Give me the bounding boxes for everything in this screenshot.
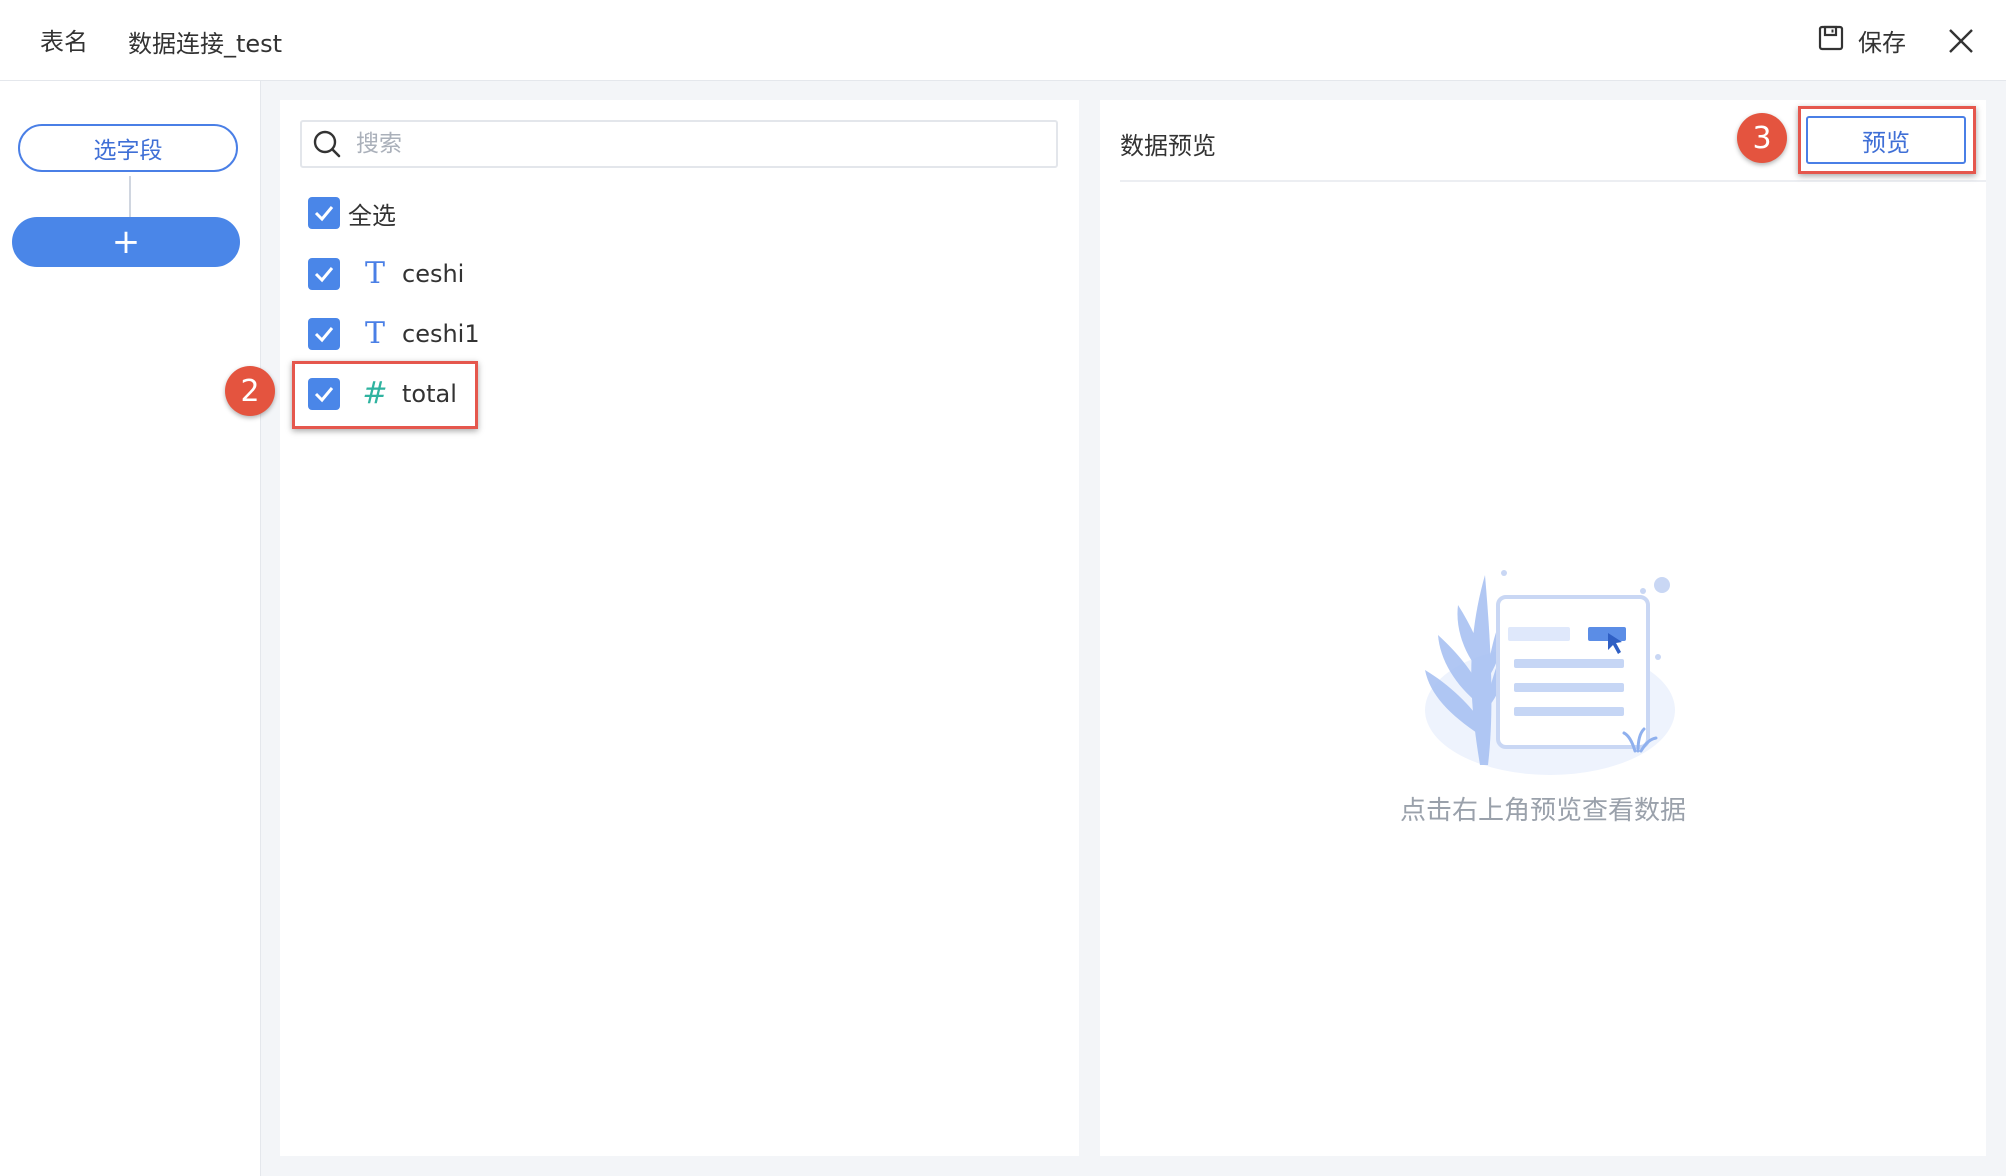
step-connector xyxy=(129,176,131,218)
field-name: ceshi1 xyxy=(402,320,480,348)
empty-state-illustration xyxy=(1425,570,1675,775)
step-badge-2: 2 xyxy=(225,366,275,416)
highlight-box-total xyxy=(292,361,478,429)
search-icon xyxy=(313,130,341,158)
check-icon xyxy=(314,206,334,222)
empty-state-text: 点击右上角预览查看数据 xyxy=(1399,796,1686,826)
field-checkbox[interactable] xyxy=(308,318,340,350)
text-type-icon: T xyxy=(364,256,385,291)
close-icon xyxy=(1949,29,1973,53)
save-button[interactable]: 保存 xyxy=(1818,20,1906,60)
divider xyxy=(1120,180,1986,182)
add-step-button[interactable]: + xyxy=(12,217,240,267)
text-type-icon: T xyxy=(364,316,385,351)
check-icon xyxy=(314,327,334,343)
highlight-box-preview xyxy=(1798,106,1976,174)
search-box[interactable] xyxy=(300,120,1058,168)
table-name-value: 数据连接_test xyxy=(128,30,283,58)
fields-panel: 全选 T ceshi T ceshi1 # total xyxy=(280,100,1079,1156)
select-all-label: 全选 xyxy=(348,201,396,230)
step-badge-3: 3 xyxy=(1737,113,1787,163)
top-bar: 表名 数据连接_test 保存 xyxy=(0,0,2006,81)
select-all-row[interactable]: 全选 xyxy=(308,195,396,231)
check-icon xyxy=(314,267,334,283)
field-item-ceshi[interactable]: T ceshi xyxy=(308,256,464,292)
save-icon xyxy=(1818,25,1844,55)
search-input[interactable] xyxy=(354,130,1008,158)
close-button[interactable] xyxy=(1944,24,1978,58)
save-label: 保存 xyxy=(1858,28,1906,57)
select-all-checkbox[interactable] xyxy=(308,197,340,229)
step-select-fields[interactable]: 选字段 xyxy=(18,124,238,172)
table-name-label: 表名 xyxy=(40,28,88,56)
preview-panel: 数据预览 预览 点击右上角预览查看数据 xyxy=(1100,100,1986,1156)
field-item-ceshi1[interactable]: T ceshi1 xyxy=(308,316,480,352)
preview-title: 数据预览 xyxy=(1120,132,1216,160)
step-sidebar: 选字段 + xyxy=(0,81,261,1176)
field-checkbox[interactable] xyxy=(308,258,340,290)
field-name: ceshi xyxy=(402,260,465,288)
